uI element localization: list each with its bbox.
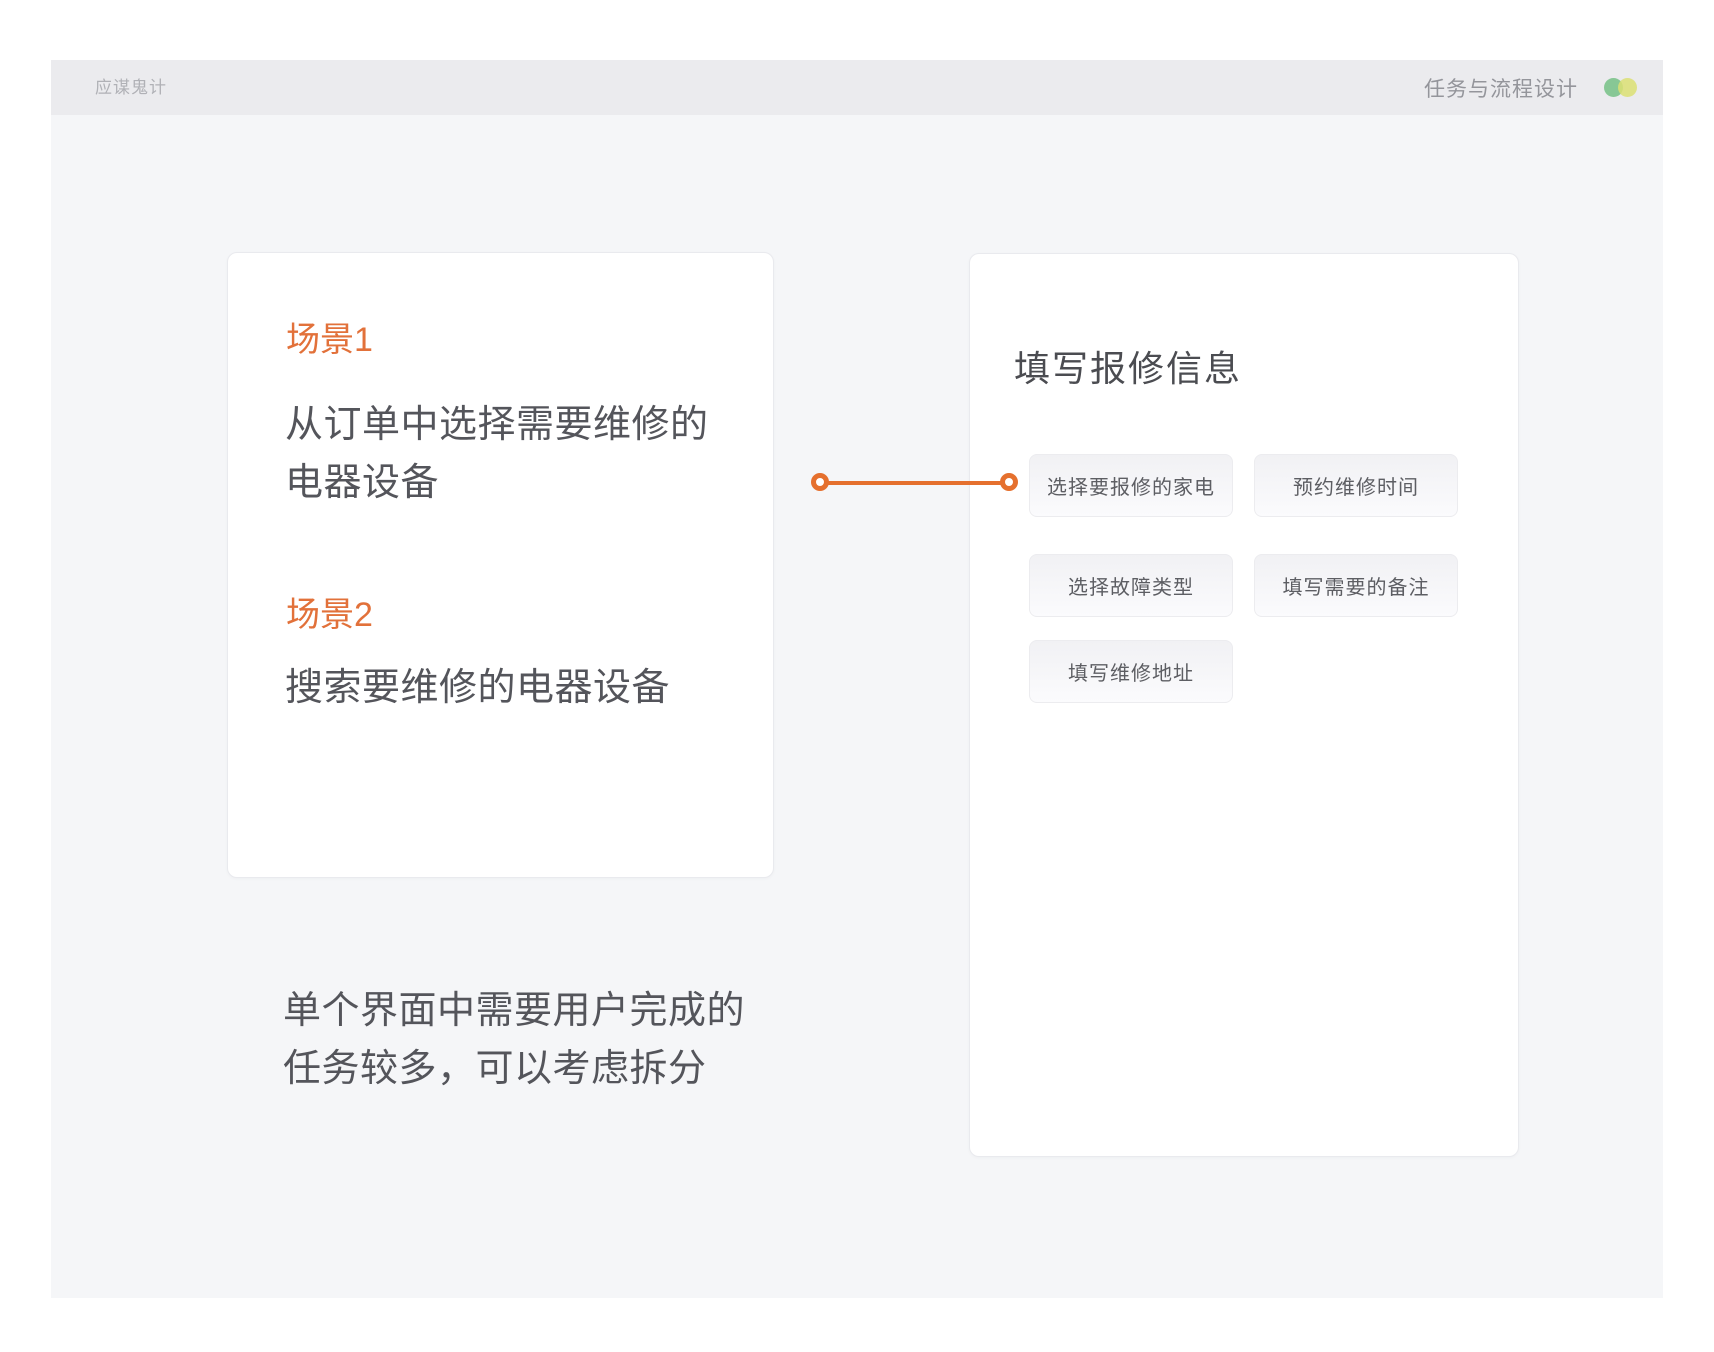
logo-dots-icon <box>1604 78 1637 97</box>
select-fault-type-button[interactable]: 选择故障类型 <box>1029 554 1233 617</box>
scene1-description-line2: 电器设备 <box>285 454 709 512</box>
repair-form-title: 填写报修信息 <box>1014 347 1242 391</box>
annotation-note-line1: 单个界面中需要用户完成的 <box>283 982 745 1040</box>
slide-stage: 应谋鬼计 任务与流程设计 场景1 从订单中选择需要维修的 电器设备 场景2 搜索… <box>51 60 1663 1298</box>
repair-form-card: 填写报修信息 选择要报修的家电 预约维修时间 选择故障类型 填写需要的备注 填写… <box>969 253 1519 1157</box>
annotation-note: 单个界面中需要用户完成的 任务较多，可以考虑拆分 <box>283 982 745 1098</box>
brand-name: 应谋鬼计 <box>95 60 167 115</box>
slide-canvas: 场景1 从订单中选择需要维修的 电器设备 场景2 搜索要维修的电器设备 单个界面… <box>51 115 1663 1298</box>
scenario-card: 场景1 从订单中选择需要维修的 电器设备 场景2 搜索要维修的电器设备 <box>227 252 774 878</box>
annotation-note-line2: 任务较多，可以考虑拆分 <box>283 1040 745 1098</box>
fill-remarks-button[interactable]: 填写需要的备注 <box>1254 554 1458 617</box>
scene2-label: 场景2 <box>286 595 373 635</box>
schedule-repair-time-button[interactable]: 预约维修时间 <box>1254 454 1458 517</box>
connector-line <box>821 481 1010 485</box>
topbar-right-group: 任务与流程设计 <box>1424 60 1637 115</box>
page-title: 任务与流程设计 <box>1424 73 1578 103</box>
connector-right-node-icon <box>1000 473 1018 491</box>
fill-repair-address-button[interactable]: 填写维修地址 <box>1029 640 1233 703</box>
scene1-description: 从订单中选择需要维修的 电器设备 <box>285 396 709 512</box>
connector-left-node-icon <box>811 473 829 491</box>
scene1-label: 场景1 <box>286 320 373 360</box>
scene1-description-line1: 从订单中选择需要维修的 <box>285 396 709 454</box>
page: 应谋鬼计 任务与流程设计 场景1 从订单中选择需要维修的 电器设备 场景2 搜索… <box>0 0 1714 1352</box>
top-bar: 应谋鬼计 任务与流程设计 <box>51 60 1663 115</box>
select-appliance-button[interactable]: 选择要报修的家电 <box>1029 454 1233 517</box>
yellow-dot-icon <box>1618 78 1637 97</box>
scene2-description: 搜索要维修的电器设备 <box>285 659 670 717</box>
